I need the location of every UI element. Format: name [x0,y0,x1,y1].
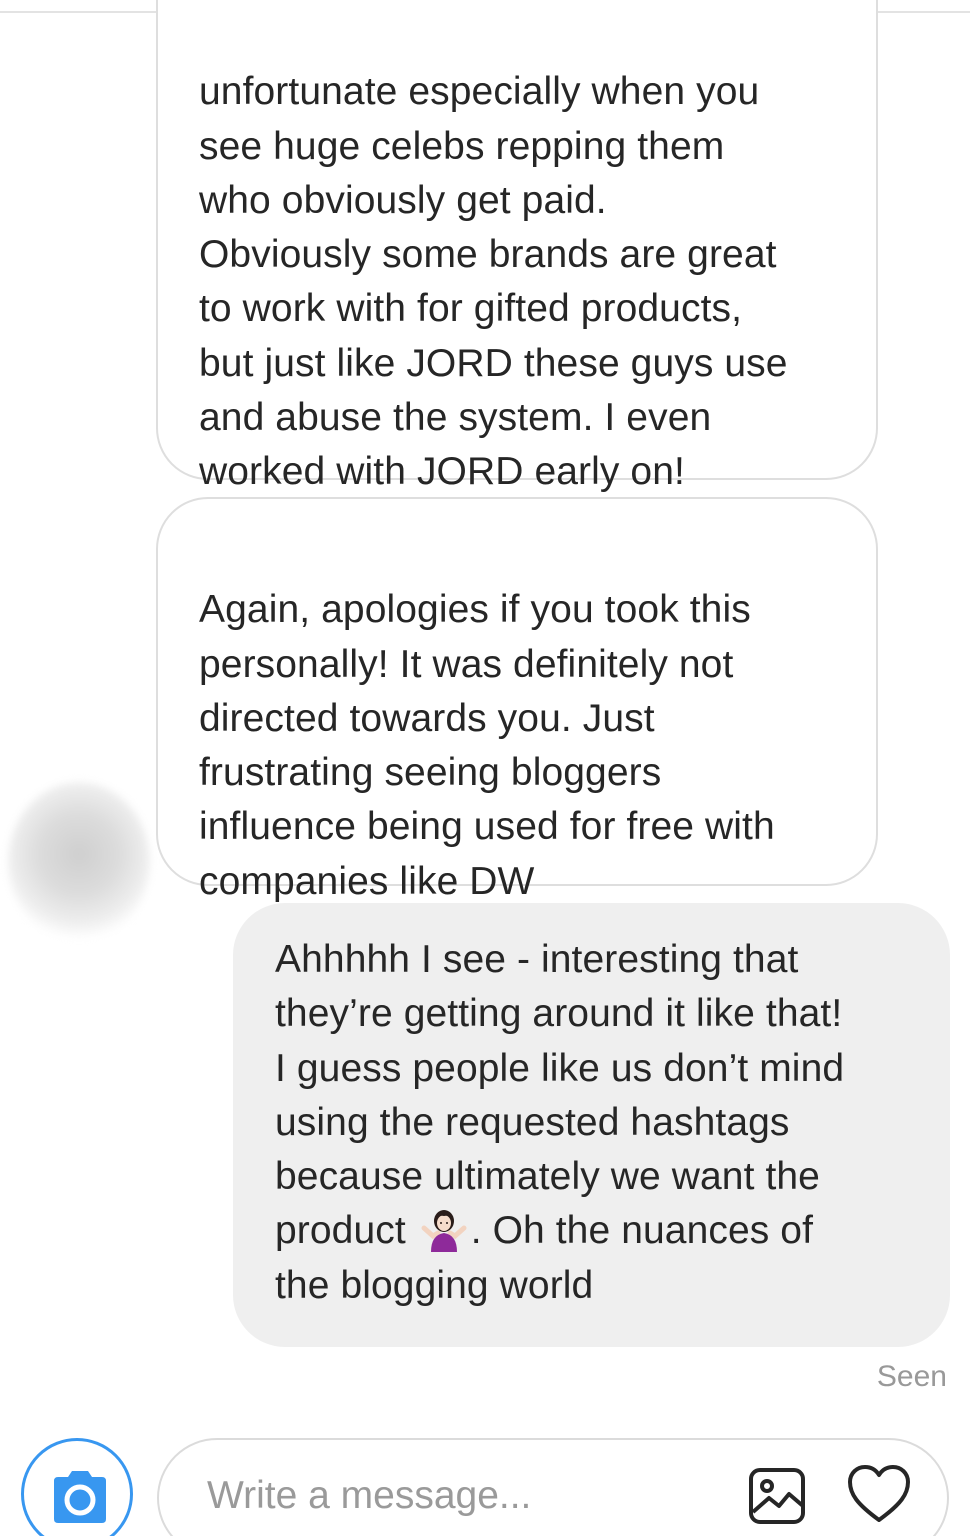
message-bubble-incoming[interactable]: Again, apologies if you took this person… [156,497,878,903]
message-text: Ahhhhh I see - interesting that they’re … [275,938,845,1253]
message-bubble-outgoing[interactable]: Ahhhhh I see - interesting that they’re … [233,903,950,1347]
camera-button[interactable] [21,1438,133,1536]
heart-icon[interactable] [847,1464,911,1524]
message-bubble-incoming[interactable]: unfortunate especially when you see huge… [156,0,878,493]
avatar[interactable] [8,782,150,942]
direct-message-thread: unfortunate especially when you see huge… [0,0,970,1536]
camera-icon [54,1471,106,1523]
message-composer [157,1438,949,1536]
message-text: unfortunate especially when you see huge… [199,70,788,494]
image-gallery-icon[interactable] [749,1468,805,1524]
message-text: Again, apologies if you took this person… [199,588,775,903]
seen-status: Seen [876,1360,947,1393]
message-input[interactable] [207,1468,727,1524]
person-shrugging-emoji [421,1210,467,1253]
